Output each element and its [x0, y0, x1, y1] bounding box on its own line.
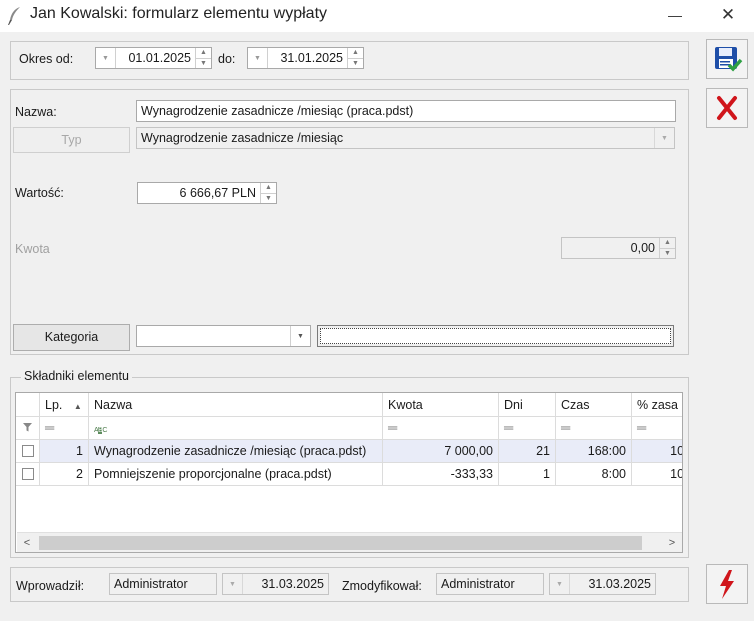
- column-header-time[interactable]: Czas: [556, 393, 632, 417]
- period-to-value: 31.01.2025: [280, 51, 343, 65]
- value-input[interactable]: 6 666,67 PLN ▲ ▼: [137, 182, 277, 204]
- components-table[interactable]: Lp. ▲ Nazwa Kwota Dni Czas % zasa ═ ABC …: [15, 392, 683, 553]
- category-select[interactable]: ▼: [136, 325, 311, 347]
- category-button[interactable]: Kategoria: [13, 324, 130, 351]
- row-days: 1: [499, 463, 556, 486]
- dropdown-arrow-icon[interactable]: ▼: [96, 48, 116, 68]
- filter-lp-equals-icon[interactable]: ═: [40, 417, 89, 440]
- period-to-label: do:: [218, 52, 236, 66]
- entered-date-field: ▼ 31.03.2025: [222, 573, 329, 595]
- spin-down-icon[interactable]: ▼: [196, 57, 211, 69]
- row-time: 168:00: [556, 440, 632, 463]
- scroll-right-icon[interactable]: >: [664, 535, 680, 551]
- amount-input[interactable]: 0,00 ▲ ▼: [561, 237, 676, 259]
- scroll-left-icon[interactable]: <: [19, 535, 35, 551]
- window-title: Jan Kowalski: formularz elementu wypłaty: [30, 5, 328, 22]
- type-value: Wynagrodzenie zasadnicze /miesiąc: [141, 131, 344, 145]
- spin-down-icon[interactable]: ▼: [660, 247, 675, 259]
- horizontal-scrollbar[interactable]: < >: [17, 532, 682, 552]
- close-button[interactable]: ✕: [713, 2, 743, 28]
- column-header-amount[interactable]: Kwota: [383, 393, 499, 417]
- filter-days-equals-icon[interactable]: ═: [499, 417, 556, 440]
- row-amount: -333,33: [383, 463, 499, 486]
- category-value: [137, 326, 290, 346]
- floppy-save-icon: [715, 47, 743, 72]
- chevron-down-icon[interactable]: ▼: [654, 128, 674, 148]
- filter-amount-equals-icon[interactable]: ═: [383, 417, 499, 440]
- row-checkbox[interactable]: [16, 463, 40, 486]
- filter-time-equals-icon[interactable]: ═: [556, 417, 632, 440]
- row-lp: 2: [40, 463, 89, 486]
- spin-down-icon[interactable]: ▼: [261, 192, 276, 204]
- sort-ascending-icon: ▲: [73, 402, 82, 411]
- row-name: Wynagrodzenie zasadnicze /miesiąc (praca…: [89, 440, 383, 463]
- spin-up-icon[interactable]: ▲: [261, 183, 276, 193]
- row-days: 21: [499, 440, 556, 463]
- value-label: Wartość:: [15, 186, 64, 200]
- filter-percent-equals-icon[interactable]: ═: [632, 417, 682, 440]
- entered-label: Wprowadził:: [16, 579, 85, 593]
- row-percent: 100: [632, 463, 682, 486]
- name-label: Nazwa:: [15, 105, 57, 119]
- period-from-label: Okres od:: [19, 52, 74, 66]
- name-input[interactable]: Wynagrodzenie zasadnicze /miesiąc (praca…: [136, 100, 676, 122]
- dropdown-arrow-icon: ▼: [550, 574, 570, 594]
- minimize-button[interactable]: —: [660, 2, 690, 28]
- value-value: 6 666,67 PLN: [179, 186, 256, 200]
- filter-icon[interactable]: [16, 417, 40, 440]
- scroll-thumb[interactable]: [39, 536, 642, 550]
- row-amount: 7 000,00: [383, 440, 499, 463]
- column-header-name[interactable]: Nazwa: [89, 393, 383, 417]
- lightning-action-button[interactable]: [706, 564, 748, 604]
- row-time: 8:00: [556, 463, 632, 486]
- column-header-lp-label: Lp.: [45, 398, 63, 412]
- modified-user-field: Administrator: [436, 573, 544, 595]
- abc-filter-icon[interactable]: ABC: [94, 427, 107, 434]
- category-description-field[interactable]: [317, 325, 674, 347]
- modified-date-value: 31.03.2025: [588, 577, 651, 591]
- type-select[interactable]: Wynagrodzenie zasadnicze /miesiąc ▼: [136, 127, 675, 149]
- column-header-lp[interactable]: Lp. ▲: [40, 393, 89, 417]
- spin-up-icon[interactable]: ▲: [348, 48, 363, 58]
- row-checkbox[interactable]: [16, 440, 40, 463]
- column-header-percent[interactable]: % zasa: [632, 393, 682, 417]
- row-percent: 100: [632, 440, 682, 463]
- dropdown-arrow-icon[interactable]: ▼: [248, 48, 268, 68]
- row-name: Pomniejszenie proporcjonalne (praca.pdst…: [89, 463, 383, 486]
- amount-value: 0,00: [630, 241, 655, 255]
- modified-label: Zmodyfikował:: [342, 579, 422, 593]
- spin-down-icon[interactable]: ▼: [348, 57, 363, 69]
- value-spinner[interactable]: ▲ ▼: [260, 183, 276, 203]
- feather-pen-icon: [8, 7, 20, 25]
- row-lp: 1: [40, 440, 89, 463]
- title-bar: Jan Kowalski: formularz elementu wypłaty…: [0, 0, 754, 32]
- components-legend: Składniki elementu: [21, 369, 132, 383]
- modified-date-field: ▼ 31.03.2025: [549, 573, 656, 595]
- period-to-spinner[interactable]: ▲ ▼: [347, 48, 363, 68]
- filter-name-cell[interactable]: ABC: [89, 417, 383, 440]
- save-button[interactable]: [706, 39, 748, 79]
- red-x-cancel-icon: [717, 96, 737, 120]
- category-description-value: [320, 328, 671, 344]
- period-to-field[interactable]: ▼ 31.01.2025 ▲ ▼: [247, 47, 364, 69]
- dropdown-arrow-icon: ▼: [223, 574, 243, 594]
- amount-label: Kwota: [15, 242, 50, 256]
- period-from-value: 01.01.2025: [128, 51, 191, 65]
- spin-up-icon[interactable]: ▲: [196, 48, 211, 58]
- spin-up-icon[interactable]: ▲: [660, 238, 675, 248]
- period-from-field[interactable]: ▼ 01.01.2025 ▲ ▼: [95, 47, 212, 69]
- lightning-bolt-icon: [720, 570, 734, 599]
- entered-date-value: 31.03.2025: [261, 577, 324, 591]
- column-header-days[interactable]: Dni: [499, 393, 556, 417]
- cancel-button[interactable]: [706, 88, 748, 128]
- type-button[interactable]: Typ: [13, 127, 130, 153]
- period-from-spinner[interactable]: ▲ ▼: [195, 48, 211, 68]
- entered-user-field: Administrator: [109, 573, 217, 595]
- header-selector-cell: [16, 393, 40, 417]
- chevron-down-icon[interactable]: ▼: [290, 326, 310, 346]
- amount-spinner[interactable]: ▲ ▼: [659, 238, 675, 258]
